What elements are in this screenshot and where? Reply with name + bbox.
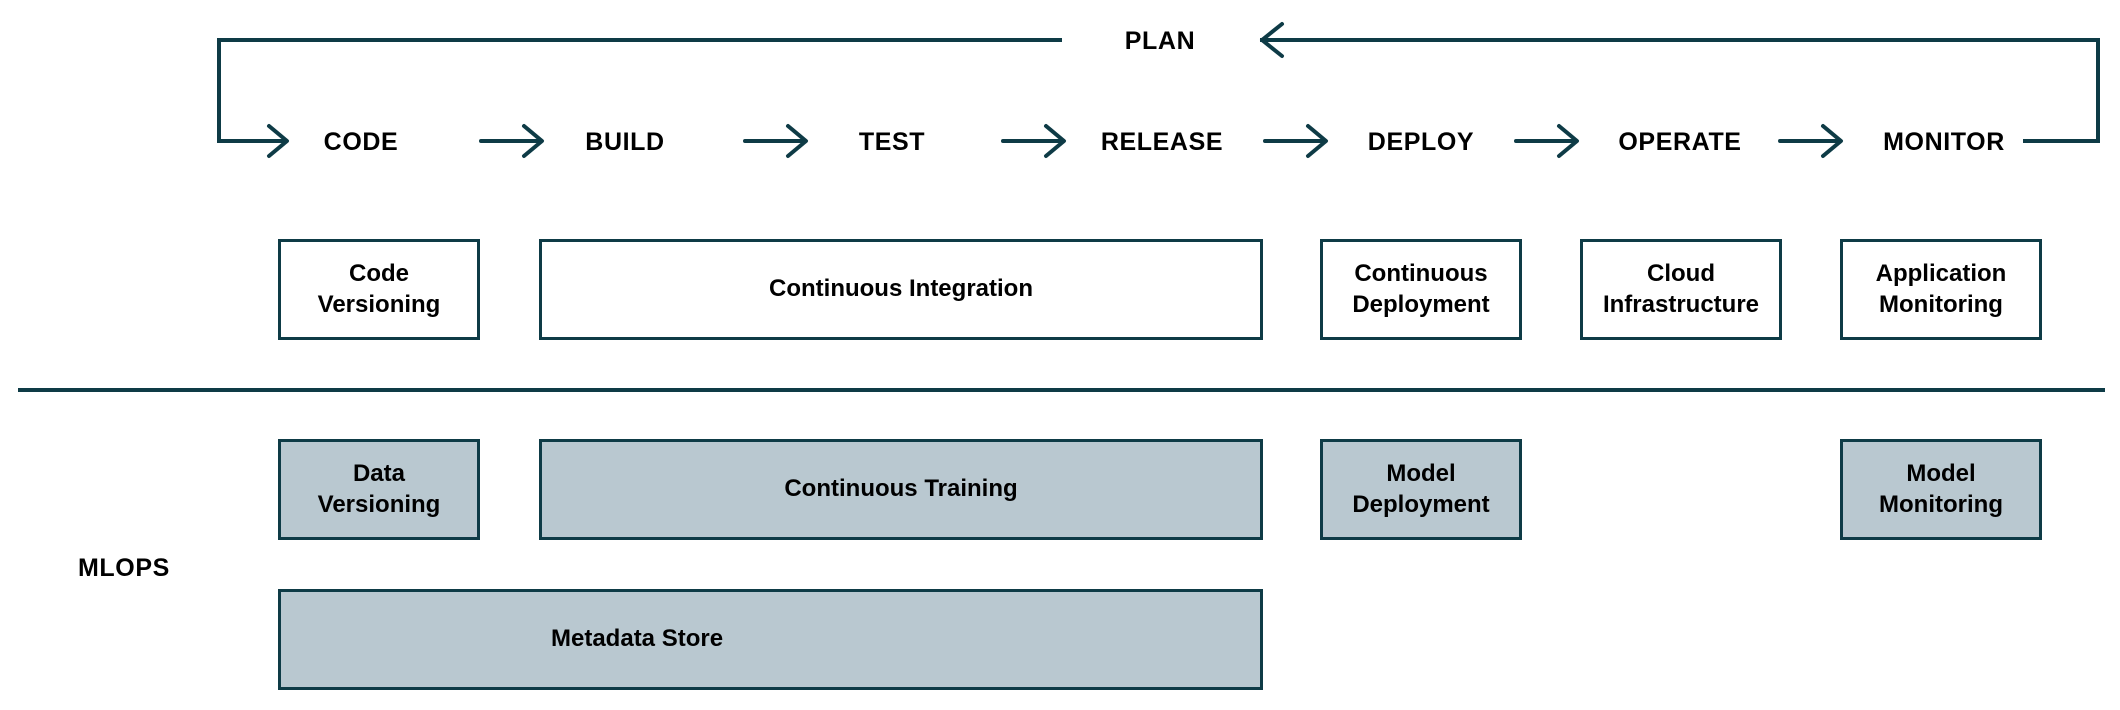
mlops-box-continuous-training: Continuous Training bbox=[539, 439, 1263, 540]
line-1: Model bbox=[1386, 460, 1456, 488]
devops-box-continuous-integration-label: Continuous Integration bbox=[769, 275, 1033, 303]
mlops-box-model-monitoring: Model Monitoring bbox=[1840, 439, 2042, 540]
mlops-box-metadata-store: Metadata Store bbox=[278, 589, 1263, 690]
arrow-release-deploy-head-icon bbox=[1306, 124, 1328, 158]
line-2: Monitoring bbox=[1879, 290, 2003, 318]
line-1: Model bbox=[1906, 460, 1976, 488]
line-2: Versioning bbox=[317, 490, 441, 518]
pipeline-stage-plan: PLAN bbox=[1124, 27, 1196, 55]
mlops-box-model-deployment-label: Model Deployment bbox=[1344, 459, 1497, 519]
devops-box-application-monitoring-label: Application Monitoring bbox=[1868, 259, 2015, 319]
devops-box-continuous-deployment: Continuous Deployment bbox=[1320, 239, 1522, 340]
line-1: Code bbox=[348, 260, 409, 288]
devops-box-application-monitoring: Application Monitoring bbox=[1840, 239, 2042, 340]
pipeline-stage-deploy: DEPLOY bbox=[1367, 128, 1475, 156]
devops-box-continuous-integration: Continuous Integration bbox=[539, 239, 1263, 340]
devops-mlops-diagram: PLAN CODE BUILD TEST RELEASE DEPLOY OPER… bbox=[0, 0, 2120, 710]
mlops-box-data-versioning-label: Data Versioning bbox=[310, 459, 449, 519]
line-1: Continuous bbox=[1354, 260, 1488, 288]
plan-arrowhead-icon bbox=[1260, 22, 1284, 58]
mlops-box-metadata-store-label: Metadata Store bbox=[551, 625, 724, 653]
arrow-entry-head-icon bbox=[267, 124, 289, 158]
arrow-build-test-head-icon bbox=[786, 124, 808, 158]
line-2: Monitoring bbox=[1879, 490, 2003, 518]
pipeline-stage-release: RELEASE bbox=[1100, 128, 1224, 156]
mlops-section-label: MLOPS bbox=[78, 554, 170, 582]
pipeline-stage-test: TEST bbox=[858, 128, 926, 156]
line-2: Versioning bbox=[317, 290, 441, 318]
pipeline-stage-code: CODE bbox=[323, 128, 399, 156]
line-1: Application bbox=[1875, 260, 2007, 288]
devops-box-code-versioning-label: Code Versioning bbox=[310, 259, 449, 319]
line-2: Infrastructure bbox=[1602, 290, 1760, 318]
devops-box-cloud-infrastructure: Cloud Infrastructure bbox=[1580, 239, 1782, 340]
arrow-operate-monitor-head-icon bbox=[1821, 124, 1843, 158]
arrow-test-release-head-icon bbox=[1044, 124, 1066, 158]
arrow-deploy-operate-head-icon bbox=[1557, 124, 1579, 158]
line-1: Data bbox=[352, 460, 405, 488]
section-divider bbox=[18, 388, 2105, 392]
mlops-box-model-monitoring-label: Model Monitoring bbox=[1871, 459, 2011, 519]
line-2: Deployment bbox=[1352, 490, 1490, 518]
mlops-box-model-deployment: Model Deployment bbox=[1320, 439, 1522, 540]
arrow-code-build-head-icon bbox=[522, 124, 544, 158]
devops-box-cloud-infrastructure-label: Cloud Infrastructure bbox=[1595, 259, 1767, 319]
pipeline-stage-monitor: MONITOR bbox=[1883, 128, 2005, 156]
devops-box-code-versioning: Code Versioning bbox=[278, 239, 480, 340]
mlops-box-continuous-training-label: Continuous Training bbox=[784, 475, 1018, 503]
pipeline-stage-build: BUILD bbox=[585, 128, 665, 156]
pipeline-stage-operate: OPERATE bbox=[1618, 128, 1742, 156]
line-1: Cloud bbox=[1647, 260, 1715, 288]
line-2: Deployment bbox=[1352, 290, 1490, 318]
mlops-box-data-versioning: Data Versioning bbox=[278, 439, 480, 540]
devops-box-continuous-deployment-label: Continuous Deployment bbox=[1344, 259, 1497, 319]
